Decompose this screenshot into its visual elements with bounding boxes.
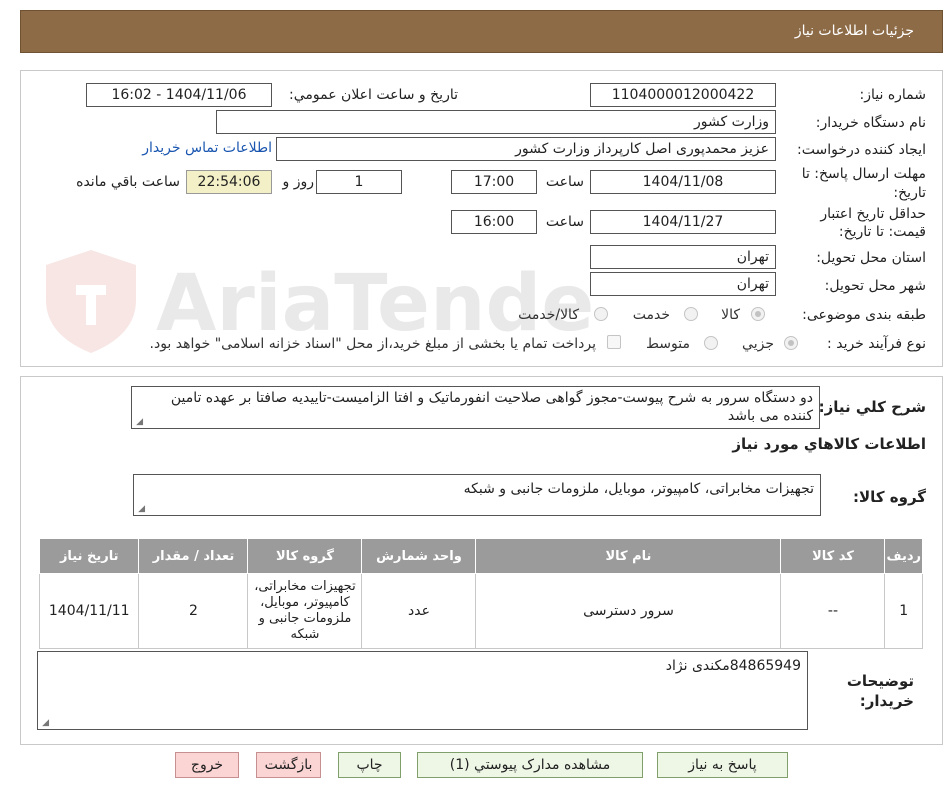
city-label: شهر محل تحویل:: [824, 278, 926, 294]
goods-group-textarea[interactable]: تجهیزات مخابراتی، کامپیوتر، موبایل، ملزو…: [133, 474, 821, 516]
attachments-button[interactable]: مشاهده مدارک پیوستي (1): [417, 752, 643, 778]
need-date-cell: 1404/11/11: [38, 573, 140, 649]
announce-label: تاریخ و ساعت اعلان عمومي:: [289, 87, 458, 103]
code-cell: --: [780, 573, 886, 649]
buyer-notes-textarea[interactable]: 84865949مکندی نژاد ◢: [37, 651, 808, 730]
purchase-minor-radio[interactable]: [784, 336, 798, 350]
unit-cell: عدد: [361, 573, 477, 649]
validity-time-label: ساعت: [545, 214, 584, 230]
col-row-header: ردیف: [884, 538, 923, 574]
resize-grip-icon[interactable]: ◢: [137, 505, 145, 514]
row-number-cell: 1: [884, 573, 923, 649]
summary-text: دو دستگاه سرور به شرح پیوست-مجوز گواهی ص…: [170, 390, 813, 424]
category-label: طبقه بندی موضوعی:: [802, 307, 926, 323]
col-group-header: گروه کالا: [247, 538, 363, 574]
buyer-notes-label-line1: توضیحات: [846, 672, 914, 690]
buyer-notes-label-line2: خریدار:: [859, 692, 914, 710]
deadline-time-label: ساعت: [545, 174, 584, 190]
buyer-org-field: وزارت کشور: [216, 110, 776, 134]
summary-textarea[interactable]: دو دستگاه سرور به شرح پیوست-مجوز گواهی ص…: [131, 386, 820, 429]
print-button[interactable]: چاپ: [338, 752, 401, 778]
page-title: جزئیات اطلاعات نیاز: [794, 23, 914, 39]
goods-group-label: گروه کالا:: [853, 488, 926, 506]
goods-section-title: اطلاعات کالاهاي مورد نیاز: [732, 435, 926, 453]
deadline-label-line1: مهلت ارسال پاسخ: تا: [801, 166, 926, 182]
need-number-field: 1104000012000422: [590, 83, 776, 107]
category-goods-label: کالا: [721, 307, 740, 323]
category-goods-radio[interactable]: [751, 307, 765, 321]
category-service-radio[interactable]: [684, 307, 698, 321]
col-name-header: نام کالا: [475, 538, 782, 574]
resize-grip-icon[interactable]: ◢: [135, 418, 143, 427]
purchase-medium-label: متوسط: [646, 336, 690, 352]
resize-grip-icon[interactable]: ◢: [41, 719, 49, 728]
announce-field: 1404/11/06 - 16:02: [86, 83, 272, 107]
purchase-minor-label: جزیي: [742, 336, 774, 352]
quantity-cell: 2: [138, 573, 249, 649]
remaining-label: ساعت باقي مانده: [76, 174, 180, 190]
buyer-org-label: نام دستگاه خریدار:: [815, 115, 926, 131]
province-label: استان محل تحویل:: [816, 250, 926, 266]
purchase-type-label: نوع فرآیند خرید :: [827, 336, 926, 352]
group-cell: تجهیزات مخابراتی، کامپیوتر، موبایل، ملزو…: [247, 573, 363, 649]
name-cell: سرور دسترسی: [475, 573, 782, 649]
goods-table: ردیف کد کالا نام کالا واحد شمارش گروه کا…: [38, 538, 923, 649]
treasury-checkbox[interactable]: [607, 335, 621, 349]
deadline-date-field: 1404/11/08: [590, 170, 776, 194]
category-goods-service-label: کالا/خدمت: [518, 307, 579, 323]
deadline-time-field: 17:00: [451, 170, 537, 194]
province-field: تهران: [590, 245, 776, 269]
summary-label: شرح کلي نیاز:: [818, 398, 926, 416]
goods-group-text: تجهیزات مخابراتی، کامپیوتر، موبایل، ملزو…: [463, 481, 814, 497]
validity-date-field: 1404/11/27: [590, 210, 776, 234]
buyer-contact-link[interactable]: اطلاعات تماس خریدار: [142, 140, 272, 156]
table-header-row: ردیف کد کالا نام کالا واحد شمارش گروه کا…: [38, 538, 923, 574]
col-code-header: کد کالا: [780, 538, 886, 574]
requester-field: عزیز محمدپوری اصل کارپرداز وزارت کشور: [276, 137, 776, 161]
validity-label-line1: حداقل تاریخ اعتبار: [820, 206, 926, 222]
days-field: 1: [316, 170, 402, 194]
validity-time-field: 16:00: [451, 210, 537, 234]
page-header: جزئیات اطلاعات نیاز: [20, 10, 943, 53]
back-button[interactable]: بازگشت: [256, 752, 321, 778]
treasury-note: پرداخت تمام یا بخشی از مبلغ خرید،از محل …: [149, 336, 596, 352]
reply-button[interactable]: پاسخ به نیاز: [657, 752, 788, 778]
days-label: روز و: [282, 174, 315, 190]
col-date-header: تاریخ نیاز: [38, 538, 140, 574]
category-goods-service-radio[interactable]: [594, 307, 608, 321]
col-unit-header: واحد شمارش: [361, 538, 477, 574]
validity-label-line2: قیمت: تا تاریخ:: [838, 224, 926, 240]
deadline-label-line2: تاریخ:: [893, 185, 926, 201]
table-row: 1 -- سرور دسترسی عدد تجهیزات مخابراتی، ک…: [38, 573, 923, 649]
city-field: تهران: [590, 272, 776, 296]
exit-button[interactable]: خروج: [175, 752, 239, 778]
category-service-label: خدمت: [632, 307, 670, 323]
need-number-label: شماره نیاز:: [859, 87, 927, 103]
remaining-time-field: 22:54:06: [186, 170, 272, 194]
requester-label: ایجاد کننده درخواست:: [797, 142, 926, 158]
purchase-medium-radio[interactable]: [704, 336, 718, 350]
buyer-notes-text: 84865949مکندی نژاد: [665, 658, 801, 674]
col-qty-header: تعداد / مقدار: [138, 538, 249, 574]
